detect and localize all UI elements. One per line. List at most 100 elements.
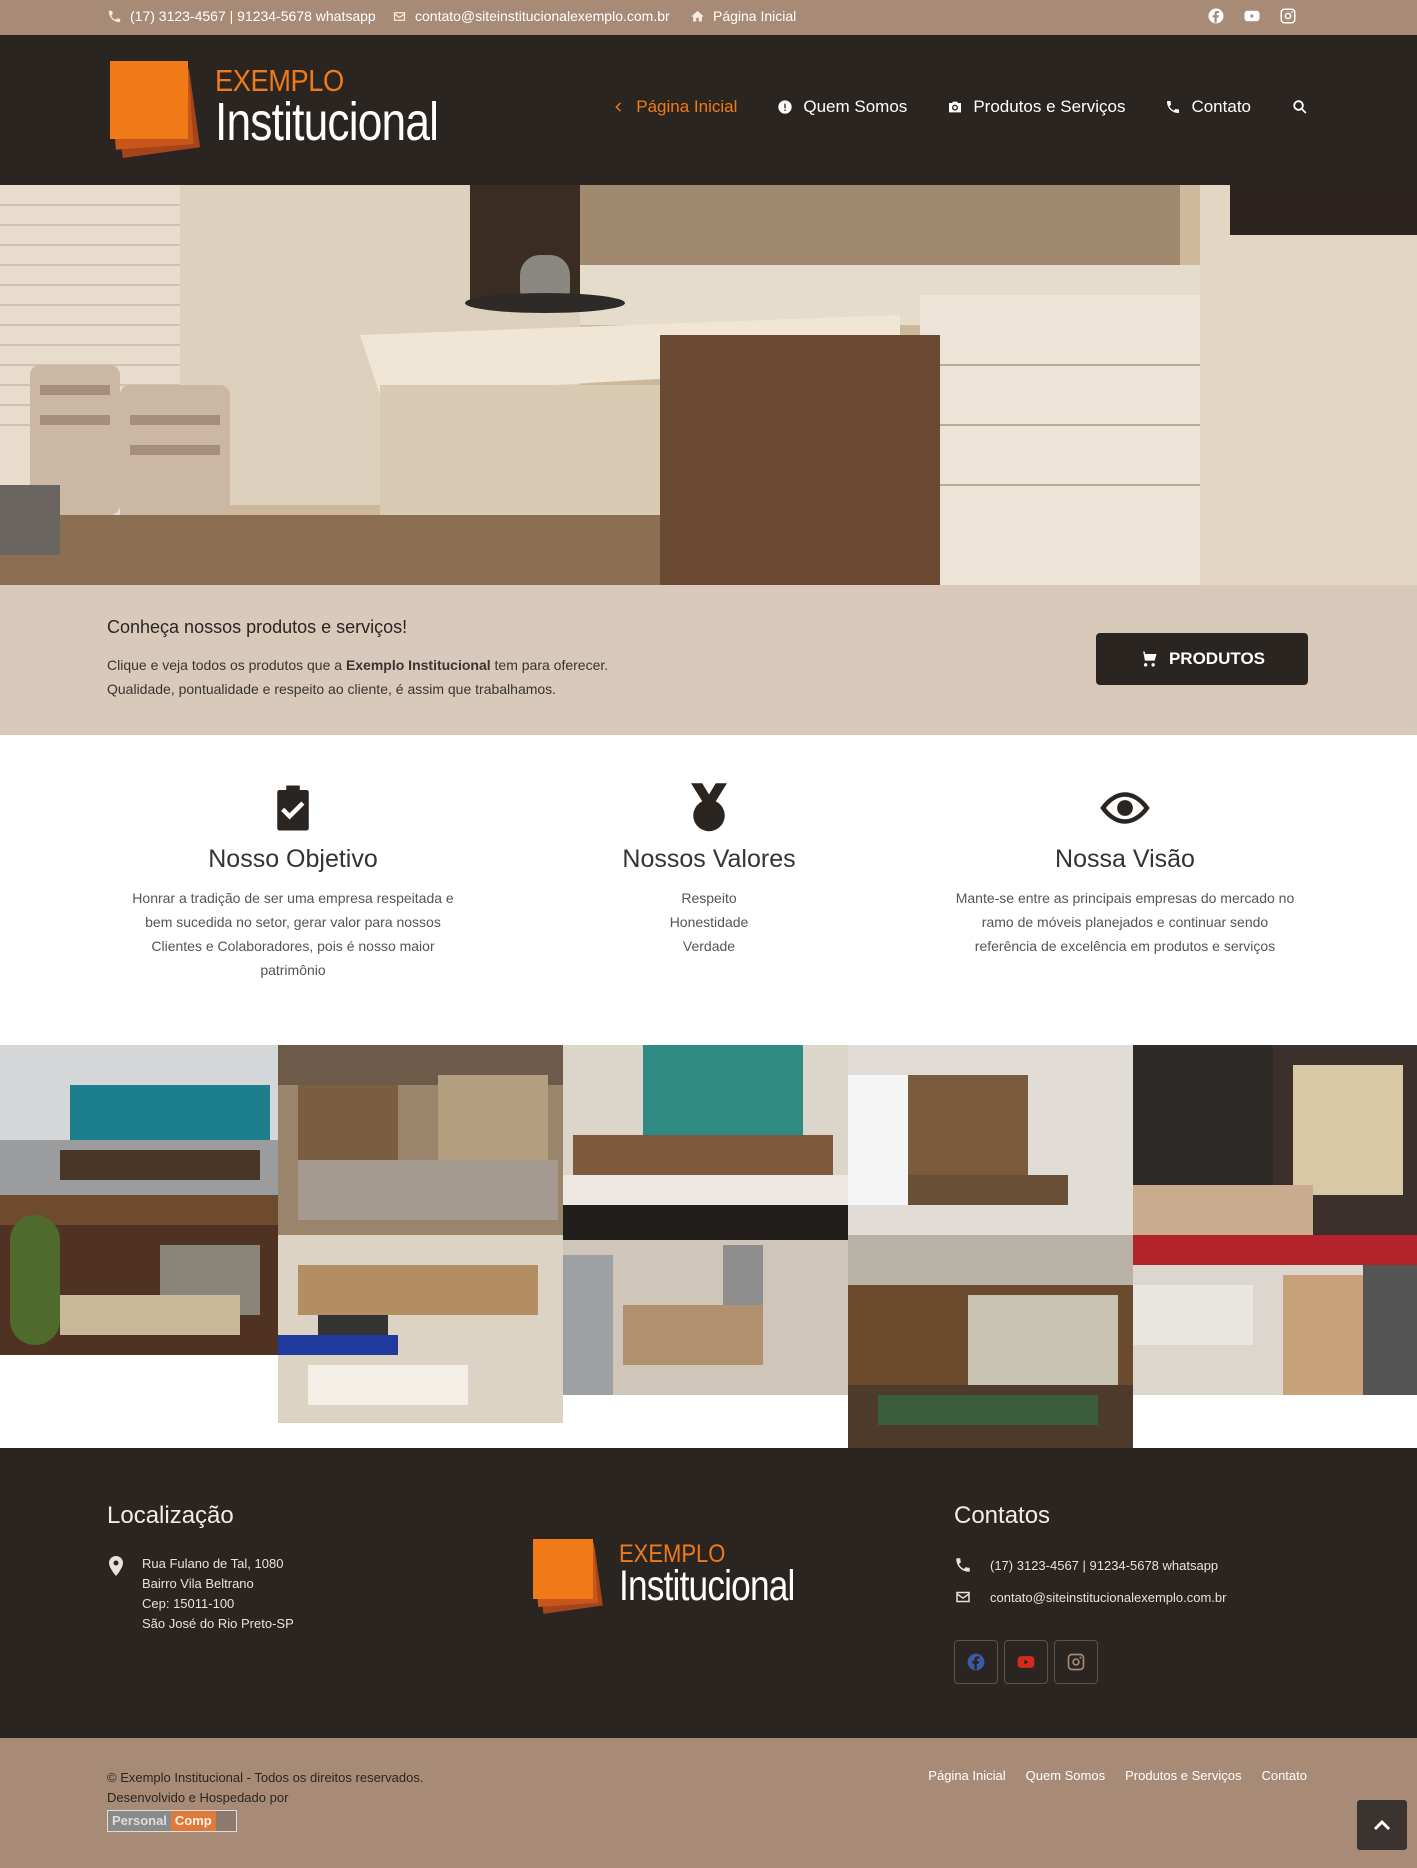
feature-title: Nossa Visão bbox=[1055, 845, 1195, 873]
feature-visao: Nossa Visão Mante-se entre as principais… bbox=[950, 781, 1300, 958]
feature-list-item: Honestidade bbox=[669, 914, 749, 930]
footer-instagram-button[interactable] bbox=[1054, 1640, 1098, 1684]
developer-logo[interactable]: Personal Comp bbox=[107, 1810, 237, 1832]
gallery-photo[interactable] bbox=[1133, 1045, 1417, 1235]
main-nav: Página Inicial Quem Somos Produtos e Ser… bbox=[610, 97, 1309, 117]
youtube-icon bbox=[1017, 1656, 1035, 1668]
phone-icon bbox=[1167, 101, 1180, 113]
logo-text-main: Institucional bbox=[619, 1562, 795, 1610]
clipboard-check-icon bbox=[277, 785, 309, 831]
youtube-icon[interactable] bbox=[1241, 5, 1263, 27]
footer-email-text: contato@siteinstitucionalexemplo.com.br bbox=[990, 1589, 1227, 1605]
feature-list-item: Respeito bbox=[681, 890, 737, 906]
chevron-left-icon bbox=[615, 102, 622, 112]
gallery-photo[interactable] bbox=[0, 1195, 278, 1355]
search-button[interactable] bbox=[1291, 98, 1309, 116]
copyright-block: © Exemplo Institucional - Todos os direi… bbox=[107, 1768, 423, 1808]
feature-valores: Nossos Valores Respeito Honestidade Verd… bbox=[534, 781, 884, 958]
footer-link-contato[interactable]: Contato bbox=[1261, 1768, 1307, 1783]
instagram-icon bbox=[1067, 1653, 1085, 1671]
topbar-phone-text: (17) 3123-4567 | 91234-5678 whatsapp bbox=[130, 8, 376, 24]
footer-phone-text: (17) 3123-4567 | 91234-5678 whatsapp bbox=[990, 1557, 1219, 1573]
footer-link-pagina-inicial[interactable]: Página Inicial bbox=[928, 1768, 1005, 1783]
hero-kitchen-image bbox=[0, 185, 1417, 585]
footer-facebook-button[interactable] bbox=[954, 1640, 998, 1684]
address-line: Rua Fulano de Tal, 1080 bbox=[142, 1556, 284, 1571]
site-header: EXEMPLO Institucional Página Inicial Que… bbox=[0, 35, 1417, 185]
copyright-text: © Exemplo Institucional - Todos os direi… bbox=[107, 1770, 424, 1785]
gallery-photo[interactable] bbox=[0, 1045, 278, 1195]
cta-heading: Conheça nossos produtos e serviços! bbox=[107, 617, 408, 637]
back-to-top-button[interactable] bbox=[1357, 1800, 1407, 1850]
produtos-button[interactable]: PRODUTOS bbox=[1096, 633, 1308, 685]
nav-item-label: Quem Somos bbox=[803, 97, 908, 116]
hero-banner bbox=[0, 185, 1417, 585]
nav-item-contato[interactable]: Contato bbox=[1165, 97, 1251, 117]
gallery-photo[interactable] bbox=[1133, 1235, 1417, 1395]
feature-objetivo: Nosso Objetivo Honrar a tradição de ser … bbox=[118, 781, 468, 982]
cta-text-line2: Qualidade, pontualidade e respeito ao cl… bbox=[107, 681, 557, 697]
footer-logo[interactable]: EXEMPLO Institucional bbox=[531, 1536, 821, 1626]
footer-youtube-button[interactable] bbox=[1004, 1640, 1048, 1684]
feature-title: Nosso Objetivo bbox=[208, 845, 378, 873]
topbar-home-link[interactable]: Página Inicial bbox=[690, 8, 796, 24]
nav-item-pagina-inicial[interactable]: Página Inicial bbox=[610, 97, 737, 117]
gallery-photo[interactable] bbox=[563, 1045, 848, 1205]
developer-text: Desenvolvido e Hospedado por bbox=[107, 1790, 289, 1805]
developer-logo-right: Comp bbox=[170, 1811, 216, 1831]
footer-link-produtos[interactable]: Produtos e Serviços bbox=[1125, 1768, 1241, 1783]
address-line: Cep: 15011-100 bbox=[142, 1596, 235, 1611]
bottom-bar: © Exemplo Institucional - Todos os direi… bbox=[0, 1738, 1417, 1868]
topbar-social bbox=[1205, 5, 1299, 27]
envelope-icon bbox=[956, 1591, 970, 1603]
gallery-photo[interactable] bbox=[848, 1285, 1133, 1448]
footer-phone[interactable]: (17) 3123-4567 | 91234-5678 whatsapp bbox=[954, 1556, 1218, 1574]
instagram-icon[interactable] bbox=[1277, 5, 1299, 27]
cta-text: Clique e veja todos os produtos que a Ex… bbox=[107, 653, 608, 701]
phone-icon bbox=[956, 1558, 970, 1572]
feature-list: Respeito Honestidade Verdade bbox=[534, 886, 884, 958]
logo-square-front bbox=[533, 1539, 593, 1599]
eye-icon bbox=[1100, 792, 1150, 824]
topbar-email[interactable]: contato@siteinstitucionalexemplo.com.br bbox=[392, 8, 670, 24]
nav-item-quem-somos[interactable]: Quem Somos bbox=[777, 97, 907, 117]
feature-list-item: Verdade bbox=[682, 938, 736, 954]
shopping-cart-icon bbox=[1139, 651, 1157, 667]
gallery-photo[interactable] bbox=[278, 1235, 563, 1423]
footer-email[interactable]: contato@siteinstitucionalexemplo.com.br bbox=[954, 1588, 1226, 1606]
chevron-up-icon bbox=[1374, 1820, 1390, 1830]
gallery-photo[interactable] bbox=[563, 1205, 848, 1395]
cta-text-after: tem para oferecer. bbox=[490, 657, 609, 673]
contacts-title: Contatos bbox=[954, 1502, 1051, 1529]
topbar-email-text: contato@siteinstitucionalexemplo.com.br bbox=[415, 8, 670, 24]
medal-icon bbox=[691, 783, 727, 832]
nav-item-produtos[interactable]: Produtos e Serviços bbox=[947, 97, 1125, 117]
gallery-photo[interactable] bbox=[848, 1045, 1133, 1285]
facebook-icon[interactable] bbox=[1205, 5, 1227, 27]
map-pin-icon bbox=[109, 1556, 123, 1576]
logo-text-main: Institucional bbox=[215, 92, 439, 152]
address-block: Rua Fulano de Tal, 1080 Bairro Vila Belt… bbox=[142, 1554, 294, 1634]
location-title: Localização bbox=[107, 1502, 234, 1529]
phone-icon bbox=[108, 10, 121, 22]
cta-company-name: Exemplo Institucional bbox=[345, 657, 491, 673]
site-footer: Localização Rua Fulano de Tal, 1080 Bair… bbox=[0, 1448, 1417, 1738]
developer-logo-left: Personal bbox=[108, 1811, 171, 1831]
produtos-button-label: PRODUTOS bbox=[1168, 649, 1266, 668]
topbar-phone[interactable]: (17) 3123-4567 | 91234-5678 whatsapp bbox=[107, 8, 376, 24]
exclamation-circle-icon bbox=[778, 100, 793, 114]
footer-link-quem-somos[interactable]: Quem Somos bbox=[1026, 1768, 1105, 1783]
nav-item-label: Produtos e Serviços bbox=[973, 97, 1126, 116]
gallery-photo[interactable] bbox=[278, 1045, 563, 1235]
nav-item-label: Página Inicial bbox=[636, 97, 738, 116]
feature-text: Mante-se entre as principais empresas do… bbox=[955, 890, 1295, 954]
nav-item-label: Contato bbox=[1191, 97, 1251, 116]
cta-section: Conheça nossos produtos e serviços! Cliq… bbox=[0, 585, 1417, 735]
address-line: Bairro Vila Beltrano bbox=[142, 1576, 254, 1591]
feature-title: Nossos Valores bbox=[622, 845, 796, 873]
footer-links: Página Inicial Quem Somos Produtos e Ser… bbox=[928, 1768, 1307, 1783]
home-icon bbox=[691, 10, 704, 21]
search-icon bbox=[1293, 100, 1307, 114]
site-logo[interactable]: EXEMPLO Institucional bbox=[107, 55, 453, 167]
facebook-icon bbox=[967, 1653, 985, 1671]
